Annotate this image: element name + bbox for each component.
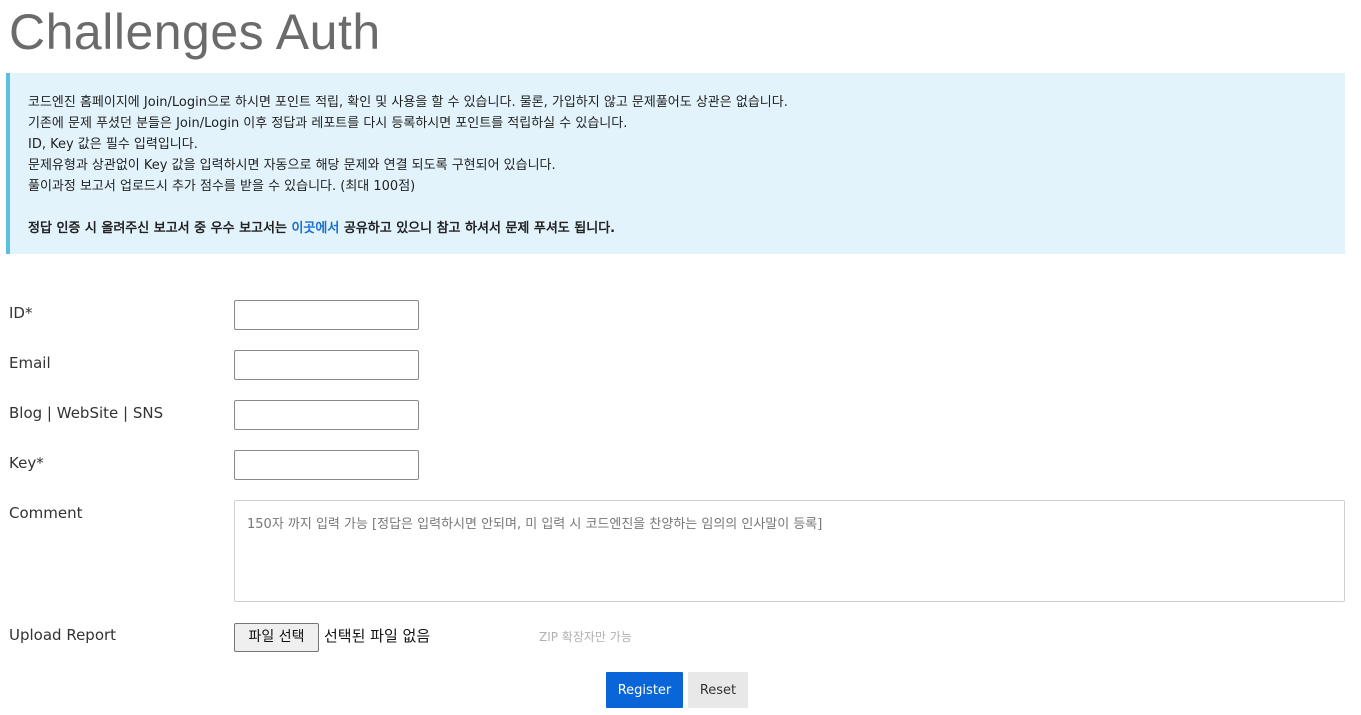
- notice-line: ID, Key 값은 필수 입력입니다.: [28, 137, 198, 152]
- comment-label: Comment: [9, 504, 83, 522]
- notice-line: 문제유형과 상관없이 Key 값을 입력하시면 자동으로 해당 문제와 연결 되…: [28, 158, 556, 173]
- email-label: Email: [9, 354, 51, 372]
- notice-highlight: 정답 인증 시 올려주신 보고서 중 우수 보고서는 이곳에서 공유하고 있으니…: [28, 218, 1345, 239]
- file-select-button[interactable]: 파일 선택: [234, 623, 319, 652]
- email-input[interactable]: [234, 350, 419, 380]
- blog-label: Blog | WebSite | SNS: [9, 404, 164, 422]
- notice-highlight-prefix: 정답 인증 시 올려주신 보고서 중 우수 보고서는: [28, 221, 292, 236]
- notice-line: 코드엔진 홈페이지에 Join/Login으로 하시면 포인트 적립, 확인 및…: [28, 95, 788, 110]
- file-status-text: 선택된 파일 없음: [324, 627, 431, 645]
- notice-line: 풀이과정 보고서 업로드시 추가 점수를 받을 수 있습니다. (최대 100점…: [28, 179, 416, 194]
- notice-line: 기존에 문제 푸셨던 분들은 Join/Login 이후 정답과 레포트를 다시…: [28, 116, 628, 131]
- comment-textarea[interactable]: [234, 500, 1345, 602]
- register-button[interactable]: Register: [606, 672, 683, 708]
- file-format-hint: ZIP 확장자만 가능: [539, 630, 632, 644]
- notice-spacer: [28, 197, 1345, 218]
- info-notice: 코드엔진 홈페이지에 Join/Login으로 하시면 포인트 적립, 확인 및…: [6, 73, 1345, 254]
- notice-highlight-suffix: 공유하고 있으니 참고 하셔서 문제 푸셔도 됩니다.: [339, 221, 616, 236]
- id-input[interactable]: [234, 300, 419, 330]
- key-input[interactable]: [234, 450, 419, 480]
- upload-label: Upload Report: [9, 626, 117, 644]
- key-label: Key*: [9, 454, 44, 472]
- page-title: Challenges Auth: [9, 4, 381, 60]
- reset-button[interactable]: Reset: [688, 672, 748, 708]
- id-label: ID*: [9, 304, 33, 322]
- blog-input[interactable]: [234, 400, 419, 430]
- report-share-link[interactable]: 이곳에서: [291, 221, 339, 236]
